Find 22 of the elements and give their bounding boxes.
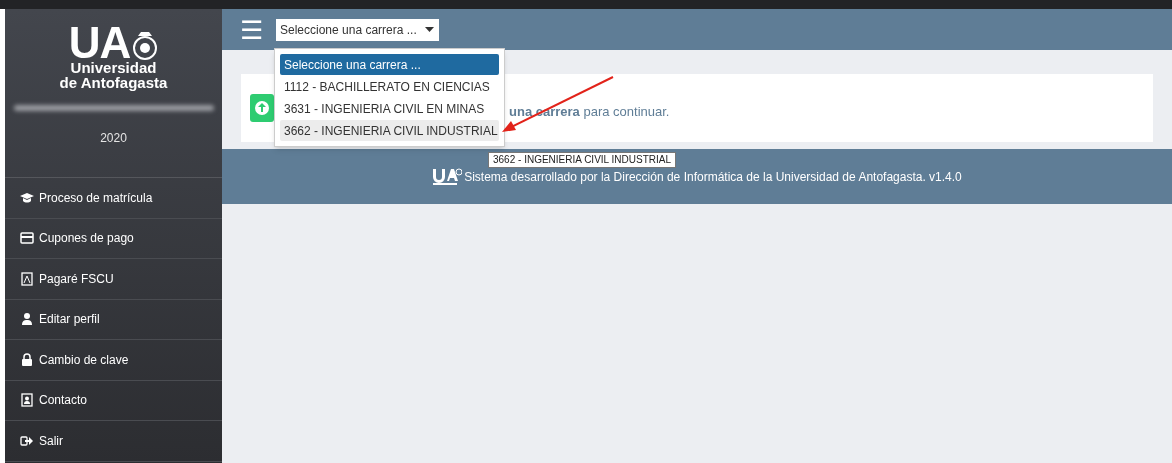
dropdown-option[interactable]: Seleccione una carrera ... [280,54,499,75]
logo-icon [432,167,463,186]
card-icon [20,231,34,246]
dropdown-option[interactable]: 3631 - INGENIERIA CIVIL EN MINAS [280,98,499,119]
menu-button[interactable]: ☰ [240,16,263,43]
seal-icon [132,31,159,61]
dropdown-option[interactable]: 3662 - INGENIERIA CIVIL INDUSTRIAL [280,120,499,141]
logo-initials: UA [68,25,131,61]
logo-text: de Antofagasta [59,75,168,91]
cap-icon [20,190,34,205]
document-icon [20,271,34,286]
exit-icon [20,433,34,448]
logo-text: Universidad [70,61,157,75]
year-label: 2020 [100,130,127,147]
tooltip: 3662 - INGENIERIA CIVIL INDUSTRIAL [488,152,677,168]
dropdown-option[interactable]: 1112 - BACHILLERATO EN CIENCIAS [280,76,499,97]
footer-text: Sistema desarrollado por la Dirección de Informática de la Universidad de Antofagasta. v1.4.0 [464,168,962,186]
career-select[interactable]: Seleccione una carrera ... [276,18,439,41]
lock-icon [20,352,34,367]
user-icon [20,312,34,327]
caret-icon [425,27,434,32]
contact-card-icon [20,393,34,408]
